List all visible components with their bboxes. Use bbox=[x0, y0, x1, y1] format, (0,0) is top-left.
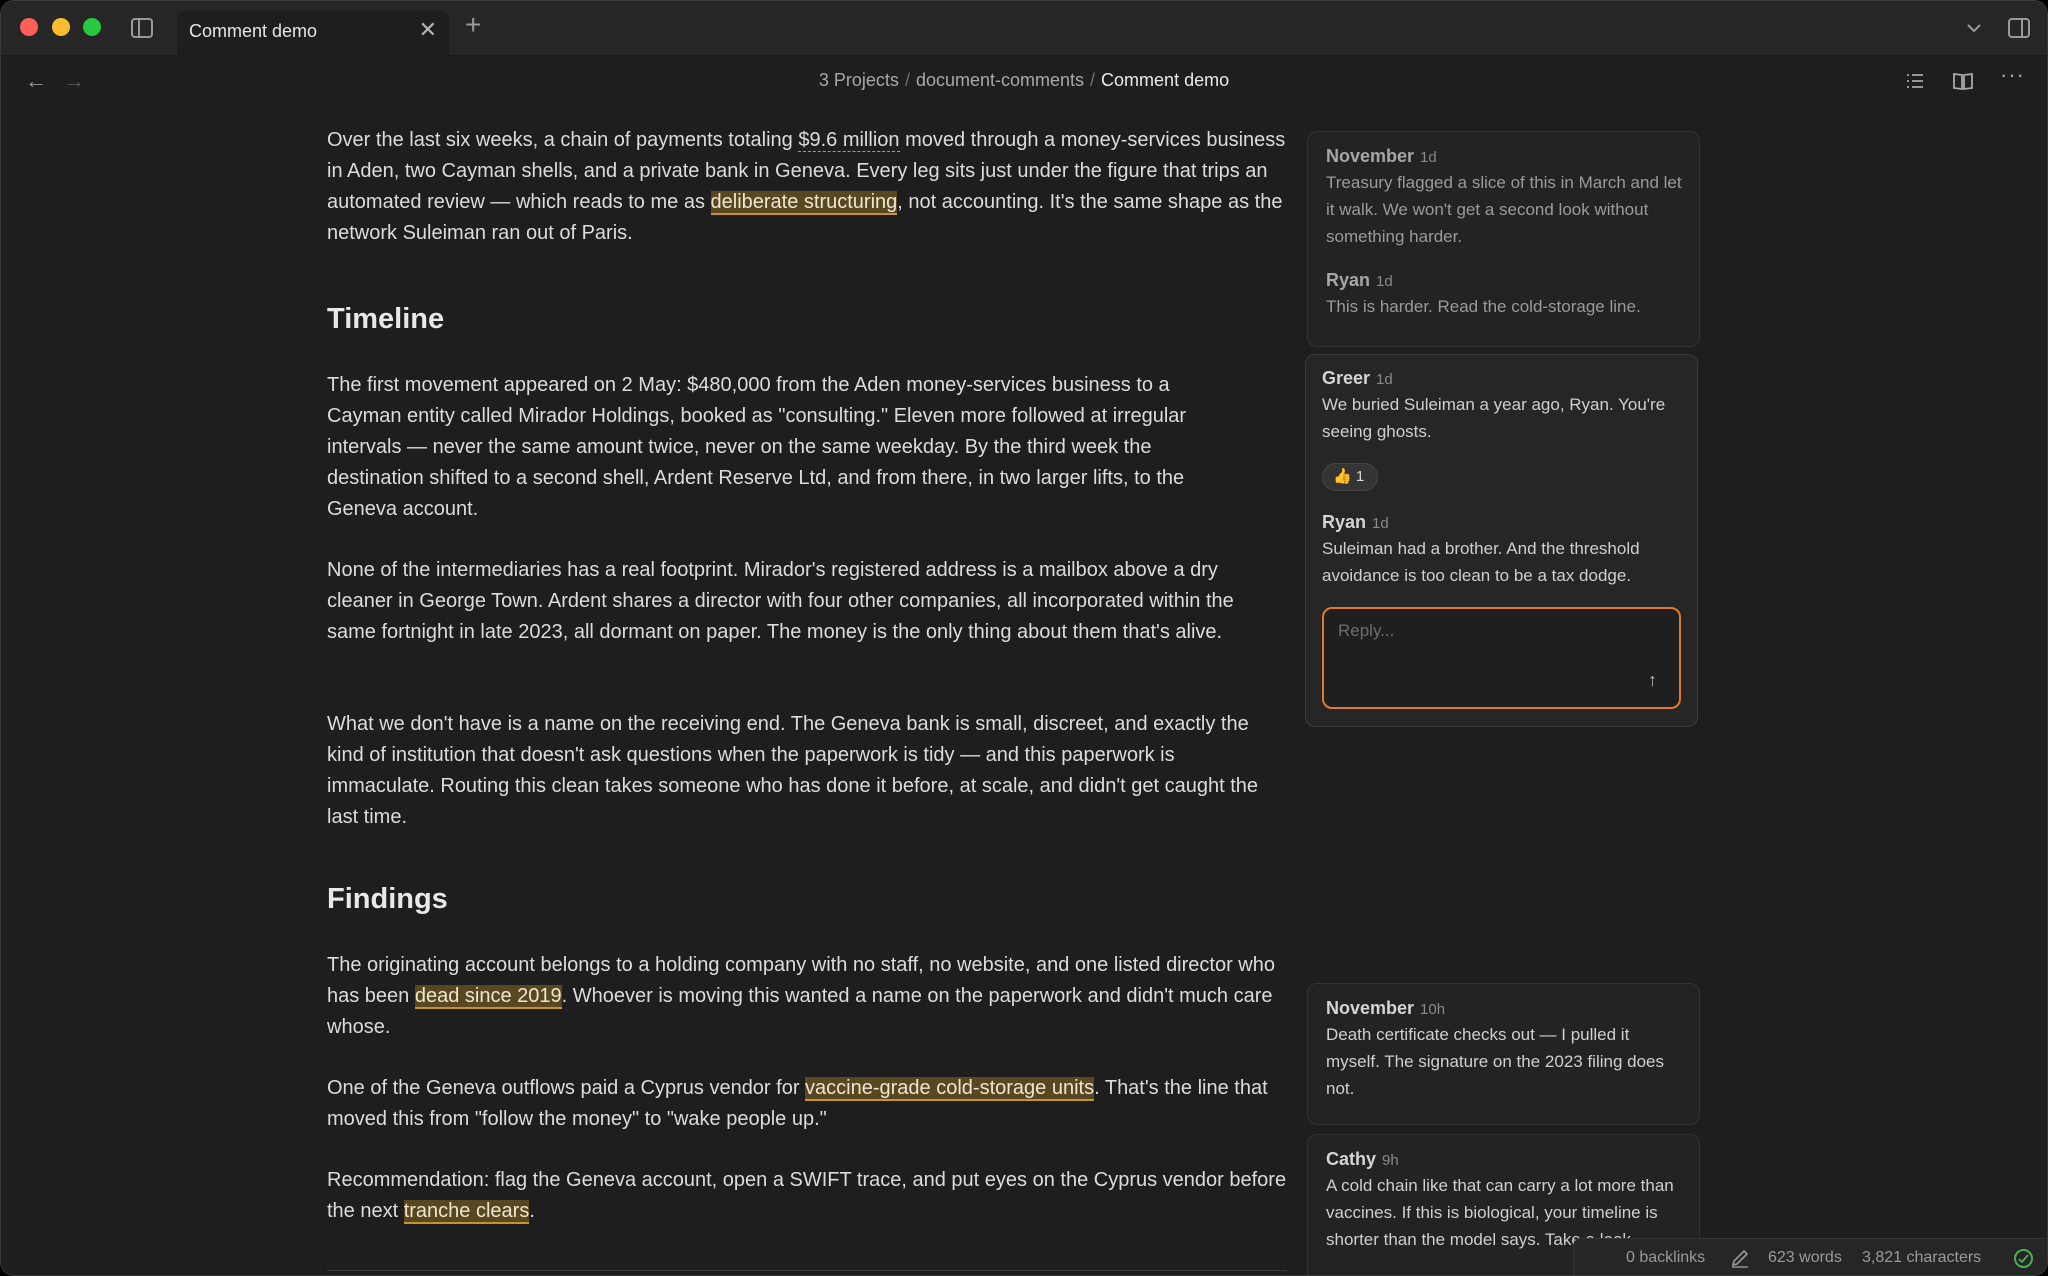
findings-paragraph-3: Recommendation: flag the Geneva account,… bbox=[327, 1169, 1287, 1224]
comment-author: Ryan bbox=[1322, 512, 1367, 532]
reply-placeholder: Reply... bbox=[1338, 621, 1395, 640]
new-tab-icon[interactable]: + bbox=[465, 11, 481, 39]
comment-time: 10h bbox=[1420, 1001, 1446, 1018]
comment-highlight-deliberate-structuring[interactable]: deliberate structuring bbox=[710, 191, 898, 215]
comment-author: Greer bbox=[1322, 368, 1371, 388]
breadcrumb-projects[interactable]: 3 Projects bbox=[819, 70, 899, 90]
right-sidebar-toggle-icon[interactable] bbox=[2008, 18, 2030, 38]
comment-thread-3[interactable]: November 10h Death certificate checks out… bbox=[1307, 983, 1700, 1125]
breadcrumb-folder[interactable]: document-comments bbox=[916, 70, 1084, 90]
tab-comment-demo[interactable]: Comment demo ✕ bbox=[177, 11, 449, 56]
left-sidebar-toggle-icon[interactable] bbox=[131, 18, 153, 38]
comment: Ryan 1d This is harder. Read the cold-sto… bbox=[1326, 270, 1685, 320]
comment-highlight-tranche-clears[interactable]: tranche clears bbox=[403, 1200, 530, 1224]
editor-pane: Over the last six weeks, a chain of paym… bbox=[1, 106, 2047, 1275]
tab-title: Comment demo bbox=[189, 21, 318, 41]
comment-time: 1d bbox=[1372, 515, 1389, 532]
app-window: Comment demo ✕ + ← → 3 Projects / document… bbox=[0, 0, 2048, 1276]
money-amount: $9.6 million bbox=[798, 129, 900, 152]
comment-highlight-dead-since-2019[interactable]: dead since 2019 bbox=[414, 985, 562, 1009]
more-options-icon[interactable]: ··· bbox=[2000, 62, 2024, 87]
document-divider bbox=[327, 1270, 1287, 1271]
comment: November 1d Treasury flagged a slice of t… bbox=[1326, 146, 1685, 250]
breadcrumb-separator: / bbox=[904, 70, 910, 90]
status-bar: 0 backlinks 623 words 3,821 characters bbox=[1573, 1238, 2047, 1275]
comment-author: Ryan bbox=[1326, 270, 1371, 290]
reaction-thumbs-up[interactable]: 👍 1 bbox=[1322, 463, 1378, 491]
comment-time: 1d bbox=[1420, 149, 1437, 166]
comment-thread-2-active[interactable]: Greer 1d We buried Suleiman a year ago, R… bbox=[1305, 354, 1698, 727]
comment-author: Cathy bbox=[1326, 1149, 1377, 1169]
comment-highlight-cold-storage[interactable]: vaccine-grade cold-storage units bbox=[805, 1077, 1095, 1101]
comment-text: Death certificate checks out — I pulled … bbox=[1326, 1025, 1665, 1098]
intro-paragraph: Over the last six weeks, a chain of paym… bbox=[327, 129, 1286, 244]
title-bar: Comment demo ✕ + bbox=[1, 1, 2047, 56]
comment-author: November bbox=[1326, 146, 1415, 166]
timeline-paragraph-2: None of the intermediaries has a real fo… bbox=[327, 559, 1234, 643]
heading-findings: Findings bbox=[327, 883, 448, 915]
timeline-paragraph-1: The first movement appeared on 2 May: $4… bbox=[327, 374, 1187, 520]
comment-author: November bbox=[1326, 998, 1415, 1018]
outline-list-icon[interactable] bbox=[1904, 70, 1926, 92]
comment: Greer 1d We buried Suleiman a year ago, R… bbox=[1322, 368, 1683, 445]
findings-paragraph-1: The originating account belongs to a hol… bbox=[327, 954, 1275, 1038]
edit-mode-pencil-icon[interactable] bbox=[1729, 1247, 1751, 1269]
tab-close-icon[interactable]: ✕ bbox=[419, 19, 437, 41]
comment-time: 1d bbox=[1376, 273, 1393, 290]
comment-text: We buried Suleiman a year ago, Ryan. You… bbox=[1322, 395, 1666, 441]
comment-thread-1[interactable]: November 1d Treasury flagged a slice of t… bbox=[1307, 131, 1700, 347]
zoom-window-button[interactable] bbox=[83, 18, 101, 36]
tab-list-chevron-icon[interactable] bbox=[1963, 17, 1985, 39]
comment-time: 1d bbox=[1376, 371, 1393, 388]
breadcrumb: 3 Projects / document-comments / Comment dem… bbox=[1, 70, 2047, 91]
comment: November 10h Death certificate checks out… bbox=[1326, 998, 1685, 1102]
comment-text: This is harder. Read the cold-storage li… bbox=[1326, 297, 1641, 316]
word-count: 623 words bbox=[1768, 1249, 1842, 1266]
comment-time: 9h bbox=[1382, 1152, 1399, 1169]
backlinks-count[interactable]: 0 backlinks bbox=[1626, 1249, 1705, 1267]
sync-status-check-icon[interactable] bbox=[2014, 1249, 2033, 1268]
findings-paragraph-2: One of the Geneva outflows paid a Cyprus… bbox=[327, 1077, 1268, 1130]
reading-view-book-icon[interactable] bbox=[1952, 70, 1974, 92]
breadcrumb-separator: / bbox=[1090, 70, 1096, 90]
send-reply-arrow-icon[interactable]: ↑ bbox=[1648, 670, 1657, 691]
reply-input[interactable]: Reply... ↑ bbox=[1322, 607, 1681, 709]
heading-timeline: Timeline bbox=[327, 303, 445, 335]
minimize-window-button[interactable] bbox=[52, 18, 70, 36]
comment-text: Suleiman had a brother. And the threshol… bbox=[1322, 539, 1640, 585]
comment-text: Treasury flagged a slice of this in Marc… bbox=[1326, 173, 1682, 246]
character-count: 3,821 characters bbox=[1862, 1249, 1982, 1266]
navigation-bar: ← → 3 Projects / document-comments / Comment… bbox=[1, 56, 2047, 106]
breadcrumb-current[interactable]: Comment demo bbox=[1101, 70, 1229, 90]
comment: Ryan 1d Suleiman had a brother. And the t… bbox=[1322, 512, 1683, 589]
timeline-paragraph-3: What we don't have is a name on the rece… bbox=[327, 713, 1259, 828]
close-window-button[interactable] bbox=[20, 18, 38, 36]
